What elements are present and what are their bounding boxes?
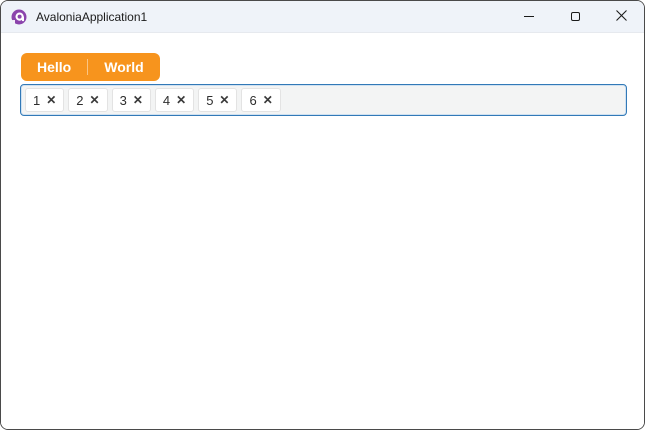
tag-chip: 2 ✕ — [68, 88, 108, 112]
tag-chip: 1 ✕ — [25, 88, 65, 112]
close-icon: ✕ — [262, 93, 273, 107]
window-title: AvaloniaApplication1 — [36, 9, 148, 24]
tag-remove-button[interactable]: ✕ — [219, 94, 229, 106]
minimize-button[interactable] — [506, 1, 552, 32]
window-controls — [506, 1, 644, 32]
minimize-icon — [524, 16, 534, 17]
tag-label: 4 — [162, 92, 171, 108]
hello-world-split-button: Hello World — [21, 53, 160, 81]
tag-chip: 4 ✕ — [154, 88, 195, 112]
tag-label: 2 — [76, 92, 84, 108]
close-icon: ✕ — [219, 93, 230, 107]
tag-remove-button[interactable]: ✕ — [46, 94, 56, 106]
close-icon: ✕ — [132, 93, 143, 107]
tag-label: 3 — [119, 92, 127, 108]
close-button[interactable] — [598, 1, 644, 32]
tag-label: 5 — [206, 92, 214, 108]
close-icon — [615, 8, 627, 26]
tag-chip: 5 ✕ — [198, 88, 238, 112]
tag-remove-button[interactable]: ✕ — [176, 94, 186, 106]
tag-label: 6 — [249, 92, 257, 108]
tag-chip: 6 ✕ — [241, 88, 281, 112]
close-icon: ✕ — [89, 93, 100, 107]
tag-remove-button[interactable]: ✕ — [263, 94, 273, 106]
app-window: AvaloniaApplication1 Hello World 1 ✕ 2 ✕… — [0, 0, 645, 430]
maximize-button[interactable] — [552, 1, 598, 32]
avalonia-logo-icon — [11, 9, 27, 25]
titlebar[interactable]: AvaloniaApplication1 — [1, 1, 644, 33]
close-icon: ✕ — [176, 93, 187, 107]
world-button[interactable]: World — [88, 53, 159, 81]
content-area: Hello World 1 ✕ 2 ✕ 3 ✕ 4 ✕ 5 ✕ 6 ✕ — [1, 33, 644, 429]
tag-remove-button[interactable]: ✕ — [133, 94, 143, 106]
close-icon: ✕ — [46, 93, 57, 107]
tag-input-box[interactable]: 1 ✕ 2 ✕ 3 ✕ 4 ✕ 5 ✕ 6 ✕ — [20, 84, 627, 116]
maximize-icon — [570, 12, 580, 21]
tag-label: 1 — [33, 92, 41, 108]
tag-chip: 3 ✕ — [111, 88, 151, 112]
hello-button[interactable]: Hello — [21, 53, 87, 81]
tag-remove-button[interactable]: ✕ — [90, 94, 100, 106]
